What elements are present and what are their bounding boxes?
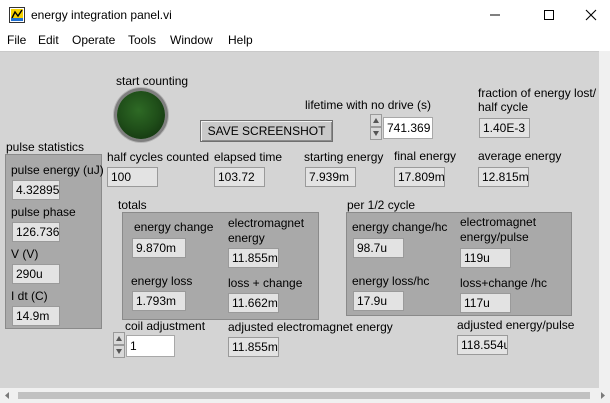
elapsed-time-indicator: 103.72 bbox=[214, 167, 265, 187]
lifetime-label: lifetime with no drive (s) bbox=[305, 98, 432, 112]
maximize-button[interactable] bbox=[526, 0, 572, 30]
adjusted-energy-pulse-indicator: 118.554u bbox=[457, 335, 508, 355]
pulse-energy-indicator: 4.32895 bbox=[12, 180, 60, 200]
start-counting-label: start counting bbox=[116, 74, 189, 88]
electromagnet-energy-indicator: 11.855m bbox=[228, 248, 279, 268]
voltage-label: V (V) bbox=[11, 247, 39, 261]
save-screenshot-button[interactable]: SAVE SCREENSHOT bbox=[200, 120, 333, 142]
energy-change-label: energy change bbox=[134, 220, 214, 234]
per-half-cycle-title: per 1/2 cycle bbox=[347, 198, 416, 212]
loss-plus-change-indicator: 11.662m bbox=[228, 293, 279, 313]
lifetime-input[interactable]: 741.369 bbox=[383, 117, 433, 139]
electromagnet-energy-pulse-indicator: 119u bbox=[460, 248, 511, 268]
scroll-left-icon[interactable] bbox=[3, 391, 11, 400]
energy-change-hc-indicator: 98.7u bbox=[353, 238, 404, 258]
idt-indicator: 14.9m bbox=[12, 306, 60, 326]
lifetime-increment-decrement[interactable] bbox=[370, 114, 382, 140]
energy-change-hc-label: energy change/hc bbox=[352, 220, 448, 234]
elapsed-time-label: elapsed time bbox=[214, 150, 283, 164]
loss-change-hc-indicator: 117u bbox=[460, 293, 511, 313]
menu-operate[interactable]: Operate bbox=[72, 33, 115, 47]
energy-loss-hc-indicator: 17.9u bbox=[353, 291, 404, 311]
adjusted-energy-pulse-label: adjusted energy/pulse bbox=[457, 318, 575, 332]
maximize-icon bbox=[544, 10, 554, 20]
coil-adjustment-label: coil adjustment bbox=[125, 319, 206, 333]
horizontal-scrollbar-thumb[interactable] bbox=[18, 392, 590, 399]
electromagnet-energy-label-line2: energy bbox=[228, 231, 265, 245]
final-energy-label: final energy bbox=[394, 149, 457, 163]
loss-change-hc-label: loss+change /hc bbox=[460, 276, 548, 290]
close-icon bbox=[585, 9, 597, 21]
close-button[interactable] bbox=[572, 0, 610, 30]
menu-file[interactable]: File bbox=[7, 33, 26, 47]
menu-tools[interactable]: Tools bbox=[128, 33, 156, 47]
energy-loss-label: energy loss bbox=[131, 274, 193, 288]
minimize-icon bbox=[490, 14, 500, 16]
fraction-lost-label-line2: half cycle bbox=[478, 100, 529, 114]
pulse-phase-indicator: 126.736 bbox=[12, 222, 60, 242]
energy-loss-hc-label: energy loss/hc bbox=[352, 274, 430, 288]
start-counting-led[interactable] bbox=[117, 91, 165, 139]
coil-adjustment-input[interactable]: 1 bbox=[126, 335, 175, 357]
average-energy-label: average energy bbox=[478, 149, 562, 163]
starting-energy-indicator: 7.939m bbox=[305, 167, 356, 187]
voltage-indicator: 290u bbox=[12, 264, 60, 284]
fraction-lost-indicator: 1.40E-3 bbox=[479, 118, 530, 138]
fraction-lost-label-line1: fraction of energy lost/ bbox=[478, 86, 597, 100]
coil-adjustment-increment-decrement[interactable] bbox=[113, 332, 125, 358]
pulse-statistics-title: pulse statistics bbox=[6, 140, 85, 154]
energy-loss-indicator: 1.793m bbox=[132, 291, 186, 311]
half-cycles-label: half cycles counted bbox=[107, 150, 210, 164]
window-title: energy integration panel.vi bbox=[31, 8, 172, 22]
electromagnet-energy-pulse-label-line1: electromagnet bbox=[460, 215, 537, 229]
final-energy-indicator: 17.809m bbox=[394, 167, 445, 187]
menu-edit[interactable]: Edit bbox=[38, 33, 59, 47]
menu-window[interactable]: Window bbox=[170, 33, 213, 47]
pulse-phase-label: pulse phase bbox=[11, 205, 76, 219]
menu-bar: File Edit Operate Tools Window Help bbox=[0, 30, 610, 50]
menu-help[interactable]: Help bbox=[228, 33, 253, 47]
labview-vi-icon bbox=[9, 7, 25, 23]
electromagnet-energy-label-line1: electromagnet bbox=[228, 216, 305, 230]
totals-title: totals bbox=[118, 198, 147, 212]
adjusted-electromagnet-energy-label: adjusted electromagnet energy bbox=[228, 320, 393, 334]
adjusted-electromagnet-energy-indicator: 11.855m bbox=[228, 337, 279, 357]
starting-energy-label: starting energy bbox=[304, 150, 384, 164]
pulse-energy-label: pulse energy (uJ) bbox=[11, 163, 104, 177]
minimize-button[interactable] bbox=[472, 0, 518, 30]
scroll-right-icon[interactable] bbox=[599, 391, 607, 400]
loss-plus-change-label: loss + change bbox=[228, 276, 303, 290]
half-cycles-indicator: 100 bbox=[107, 167, 158, 187]
title-bar: energy integration panel.vi bbox=[0, 0, 610, 30]
vertical-scrollbar[interactable] bbox=[599, 51, 610, 388]
energy-change-indicator: 9.870m bbox=[132, 238, 186, 258]
electromagnet-energy-pulse-label-line2: energy/pulse bbox=[460, 230, 529, 244]
average-energy-indicator: 12.815m bbox=[478, 167, 529, 187]
idt-label: I dt (C) bbox=[11, 289, 48, 303]
